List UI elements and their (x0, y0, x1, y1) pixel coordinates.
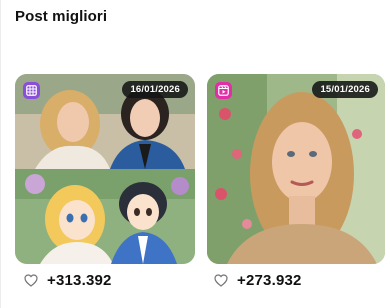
section-title: Post migliori (15, 8, 108, 25)
post-likes-2: +273.932 (214, 272, 302, 289)
likes-count: +313.392 (47, 272, 112, 289)
heart-outline-icon[interactable] (24, 274, 38, 287)
post-date-badge: 16/01/2026 (122, 81, 188, 98)
post-date-badge: 15/01/2026 (312, 81, 378, 98)
post-thumbnail-2 (207, 74, 385, 264)
post-likes-1: +313.392 (24, 272, 112, 289)
top-posts-panel: Post migliori 16/01/2026 15/01/2026 +313… (0, 0, 390, 308)
heart-outline-icon[interactable] (214, 274, 228, 287)
post-thumbnail-1 (15, 74, 195, 264)
post-card-1[interactable]: 16/01/2026 (15, 74, 195, 264)
reel-play-icon (215, 82, 232, 99)
post-card-2[interactable]: 15/01/2026 (207, 74, 385, 264)
likes-count: +273.932 (237, 272, 302, 289)
carousel-grid-icon (23, 82, 40, 99)
